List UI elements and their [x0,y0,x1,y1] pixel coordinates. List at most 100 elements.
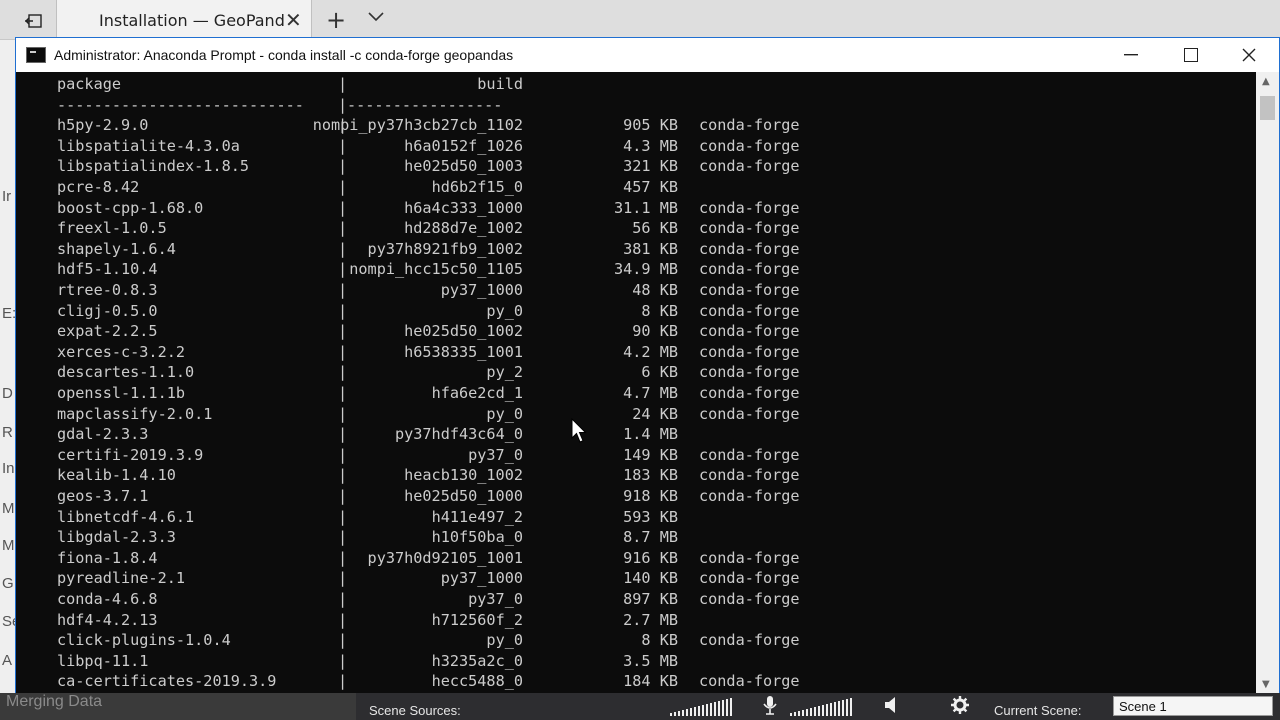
package-size: 1.4 MB [623,425,678,444]
volume-bar [710,703,712,716]
package-name: xerces-c-3.2.2 [57,342,186,361]
obs-control-bar: Merging Data Scene Sources: Current Scen… [0,693,1280,720]
package-size: 4.7 MB [623,384,678,402]
volume-bar [802,710,804,716]
vertical-scrollbar[interactable]: ▲ ▼ [1256,72,1279,694]
column-separator: | [338,569,348,588]
package-build: py37h8921fb9_1002 [367,239,523,258]
package-row: gdal-2.3.3 | py37hdf43c64_0 1.4 MB [16,424,1256,445]
package-name: certifi-2019.3.9 [57,445,204,464]
window-titlebar[interactable]: Administrator: Anaconda Prompt - conda i… [16,38,1279,72]
column-separator: | [338,157,348,176]
background-text: A [2,652,13,669]
package-channel: conda-forge [699,590,800,608]
maximize-button[interactable] [1161,38,1221,72]
package-build: hd6b2f15_0 [431,178,523,196]
package-channel: conda-forge [699,445,800,464]
microphone-icon[interactable] [763,695,777,720]
column-separator: | [338,548,348,567]
current-scene-select[interactable]: Scene 1 [1113,696,1273,716]
column-header-build: build [477,75,523,93]
package-channel: conda-forge [699,569,800,588]
package-build: h6538335_1001 [404,342,523,361]
package-size: 905 KB [623,116,678,135]
column-separator: | [338,219,348,238]
package-row: rtree-0.8.3 | py37_1000 48 KB conda-forge [16,280,1256,301]
package-channel: conda-forge [699,322,800,341]
browser-tab[interactable]: Installation — GeoPand ✕ [56,0,312,40]
volume-bar [806,709,808,716]
package-channel: conda-forge [699,548,800,567]
console-header-line: package | build [16,74,1256,95]
package-build: he025d50_1002 [404,322,523,341]
volume-bar [682,710,684,716]
package-build: he025d50_1003 [404,157,523,176]
column-header-package: package [57,75,122,93]
volume-bar [814,707,816,716]
volume-bar [714,702,716,716]
package-size: 56 KB [632,219,678,238]
package-size: 4.3 MB [623,136,678,155]
package-build: nompi_py37h3cb27cb_1102 [312,116,523,135]
gear-icon[interactable] [950,695,970,720]
package-channel: conda-forge [699,404,800,423]
volume-bar [694,707,696,716]
package-size: 3.5 MB [623,651,678,670]
volume-bar [846,699,848,716]
package-build: h6a0152f_1026 [404,136,523,155]
tab-actions-icon[interactable] [10,8,56,34]
volume-bar [722,700,724,716]
volume-bar [674,712,676,716]
scrollbar-thumb[interactable] [1260,96,1275,120]
package-build: h6a4c333_1000 [404,198,523,217]
package-build: py37hdf43c64_0 [394,425,523,444]
package-name: freexl-1.0.5 [57,219,167,238]
column-separator: | [338,672,348,691]
package-build: py_0 [486,404,523,423]
column-separator: | [338,322,348,341]
volume-bar [818,706,820,716]
package-row: libgdal-2.3.3 | h10f50ba_0 8.7 MB [16,527,1256,548]
package-size: 593 KB [623,507,678,526]
package-size: 24 KB [632,404,678,423]
close-tab-icon[interactable]: ✕ [285,8,302,32]
close-button[interactable] [1219,38,1279,72]
scroll-up-icon[interactable]: ▲ [1262,76,1270,87]
package-channel: conda-forge [699,239,800,258]
volume-bar [794,712,796,716]
package-name: kealib-1.4.10 [57,466,176,485]
column-separator: | [338,651,348,670]
package-row: libspatialite-4.3.0a | h6a0152f_1026 4.3 MB… [16,136,1256,157]
desktop-volume-meter [670,698,732,716]
package-row: pyreadline-2.1 | py37_1000 140 KB conda-forg… [16,568,1256,589]
new-tab-icon[interactable]: + [326,6,346,34]
package-size: 8 KB [641,301,678,320]
minimize-button[interactable] [1101,38,1161,72]
package-build: h712560f_2 [431,610,523,629]
column-separator: | [338,466,348,485]
package-row: fiona-1.8.4 | py37h0d92105_1001 916 KB conda… [16,548,1256,569]
package-channel: conda-forge [699,342,800,361]
package-row: h5py-2.9.0 | nompi_py37h3cb27cb_1102 905 KB… [16,115,1256,136]
merging-data-text: Merging Data [6,693,103,710]
package-row: libpq-11.1 | h3235a2c_0 3.5 MB [16,651,1256,672]
chevron-down-icon[interactable] [368,10,384,26]
package-name: rtree-0.8.3 [57,281,158,299]
column-separator: | [338,363,348,382]
package-row: openssl-1.1.1b | hfa6e2cd_1 4.7 MB conda-for… [16,383,1256,404]
package-size: 31.1 MB [613,198,678,217]
scroll-down-icon[interactable]: ▼ [1262,679,1270,690]
column-separator: | [338,425,348,444]
package-channel: conda-forge [699,363,800,382]
package-name: cligj-0.5.0 [57,301,158,320]
package-row: mapclassify-2.0.1 | py_0 24 KB conda-forge [16,404,1256,425]
console-output[interactable]: package | build ---------------------------… [16,72,1256,694]
maximize-icon [1184,48,1198,62]
anaconda-prompt-window: Administrator: Anaconda Prompt - conda i… [15,37,1280,694]
package-channel: conda-forge [699,157,800,176]
volume-bar [798,711,800,716]
package-size: 149 KB [623,445,678,464]
package-channel: conda-forge [699,487,800,505]
package-row: cligj-0.5.0 | py_0 8 KB conda-forge [16,301,1256,322]
speaker-icon[interactable] [883,695,903,720]
